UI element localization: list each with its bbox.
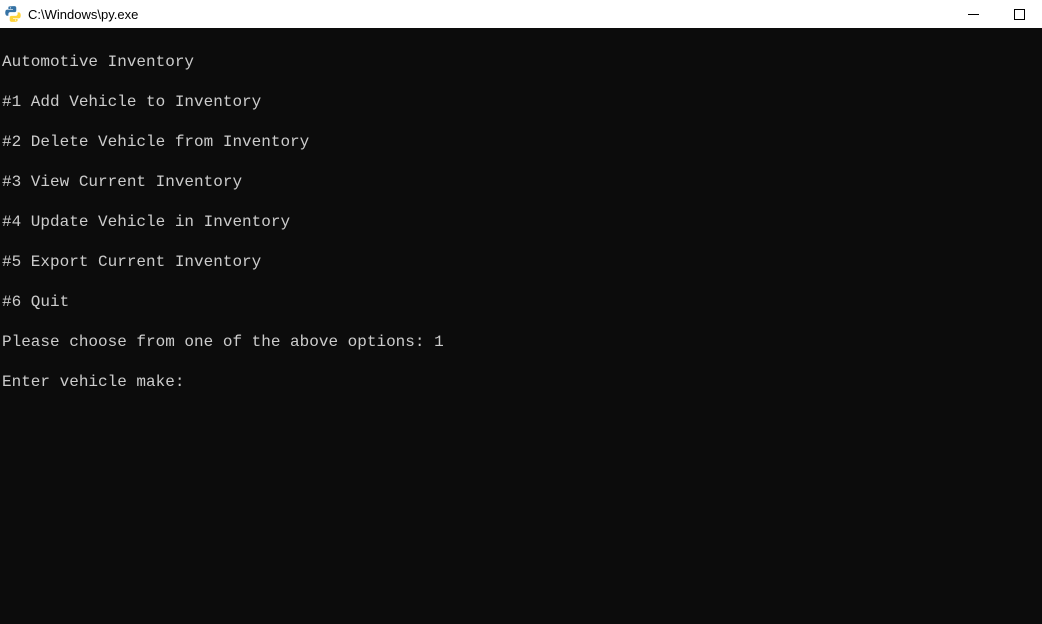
terminal-line: #6 Quit — [2, 292, 1042, 312]
terminal-line: Automotive Inventory — [2, 52, 1042, 72]
prompt-label: Enter vehicle make: — [2, 372, 194, 392]
vehicle-make-input[interactable] — [194, 372, 1042, 392]
window-title: C:\Windows\py.exe — [28, 7, 138, 22]
terminal-output[interactable]: Automotive Inventory #1 Add Vehicle to I… — [0, 28, 1042, 624]
prompt-label: Please choose from one of the above opti… — [2, 332, 434, 352]
terminal-line: #1 Add Vehicle to Inventory — [2, 92, 1042, 112]
window-titlebar: C:\Windows\py.exe — [0, 0, 1042, 28]
terminal-line: #3 View Current Inventory — [2, 172, 1042, 192]
maximize-button[interactable] — [996, 0, 1042, 28]
prompt-line-choose-option: Please choose from one of the above opti… — [2, 332, 1042, 352]
python-icon — [4, 5, 22, 23]
prompt-line-vehicle-make: Enter vehicle make: — [2, 372, 1042, 392]
terminal-line: #4 Update Vehicle in Inventory — [2, 212, 1042, 232]
terminal-line: #2 Delete Vehicle from Inventory — [2, 132, 1042, 152]
window-controls — [950, 0, 1042, 28]
minimize-button[interactable] — [950, 0, 996, 28]
terminal-line: #5 Export Current Inventory — [2, 252, 1042, 272]
prompt-entered-value: 1 — [434, 332, 444, 352]
